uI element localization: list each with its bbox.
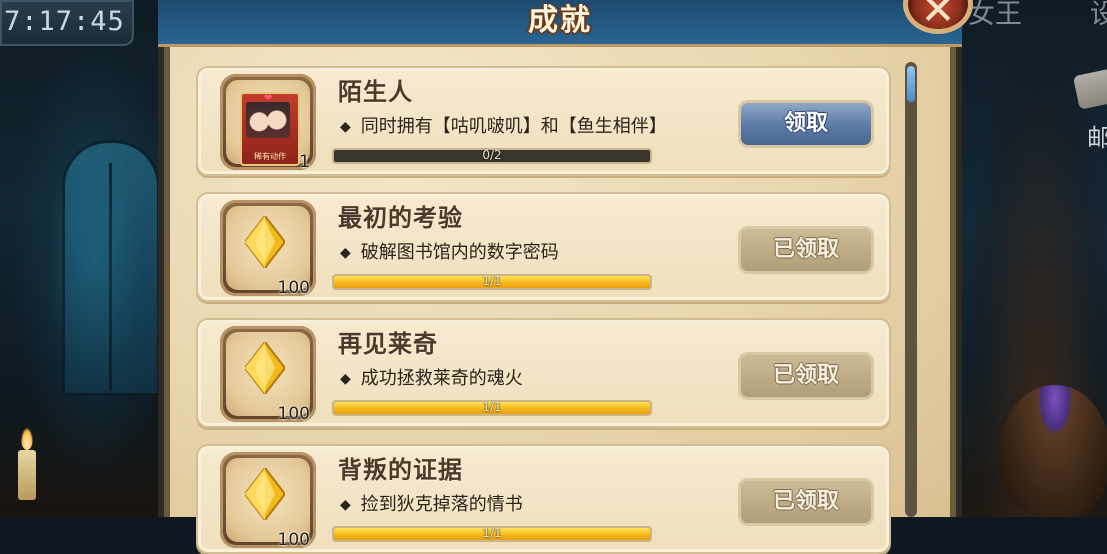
achievements-panel: 成就 ✕ ❤ 稀有动作 1 陌生人 ◆ 同时拥有【咕叽啵叽】和【鱼生相伴】 0/2 领… [158,0,973,554]
panel-header: 成就 [158,0,962,47]
achievement-title: 最初的考验 [338,204,463,232]
diamond-bullet-icon: ◆ [340,245,351,261]
reward-icon-frame: ❤ 稀有动作 1 [220,74,316,172]
reward-count: 100 [277,530,310,550]
progress-text: 0/2 [482,148,502,162]
achievement-card: ❤ 稀有动作 1 陌生人 ◆ 同时拥有【咕叽啵叽】和【鱼生相伴】 0/2 领取 [196,66,891,176]
achievement-description: ◆ 捡到狄克掉落的情书 [340,490,523,516]
game-clock: 7:17:45 [0,0,134,46]
mail-icon[interactable] [1072,68,1107,110]
reward-count: 100 [277,278,310,298]
progress-bar: 1/1 [332,526,652,542]
reward-card-icon[interactable]: ❤ 稀有动作 [240,92,300,166]
progress-bar: 1/1 [332,400,652,416]
achievement-title: 背叛的证据 [338,456,463,484]
diamond-bullet-icon: ◆ [340,119,351,135]
reward-count: 100 [277,404,310,424]
achievement-description-text: 成功拯救莱奇的魂火 [360,368,523,389]
reward-icon-frame: 100 [220,200,316,298]
reward-count: 1 [299,152,310,172]
progress-bar: 1/1 [332,274,652,290]
gold-crystal-icon[interactable] [245,342,285,394]
achievement-card: 100 最初的考验 ◆ 破解图书馆内的数字密码 1/1 已领取 [196,192,891,302]
achievement-card: 100 再见莱奇 ◆ 成功拯救莱奇的魂火 1/1 已领取 [196,318,891,428]
achievement-description-text: 破解图书馆内的数字密码 [360,242,559,263]
mail-label: 邮 [1087,124,1107,152]
claimed-button[interactable]: 已领取 [738,226,874,274]
stained-window [62,140,160,396]
achievement-description-text: 同时拥有【咕叽啵叽】和【鱼生相伴】 [360,116,667,137]
scrollbar[interactable] [905,62,917,517]
progress-text: 1/1 [482,274,502,288]
queen-menu-label[interactable]: 女王 [968,0,1022,31]
achievement-description-text: 捡到狄克掉落的情书 [360,494,523,515]
character-portrait [246,102,290,138]
achievement-title: 陌生人 [338,78,413,106]
candle [18,450,36,500]
cauldron [1000,385,1107,517]
scrollbar-thumb[interactable] [907,66,915,102]
achievement-description: ◆ 成功拯救莱奇的魂火 [340,364,523,390]
candle-flame [21,428,33,450]
claimed-button[interactable]: 已领取 [738,478,874,526]
progress-text: 1/1 [482,400,502,414]
progress-bar: 0/2 [332,148,652,164]
claim-button[interactable]: 领取 [738,100,874,148]
progress-text: 1/1 [482,526,502,540]
achievement-description: ◆ 同时拥有【咕叽啵叽】和【鱼生相伴】 [340,112,667,138]
claimed-button[interactable]: 已领取 [738,352,874,400]
diamond-bullet-icon: ◆ [340,371,351,387]
diamond-bullet-icon: ◆ [340,497,351,513]
reward-card-caption: 稀有动作 [254,152,286,161]
panel-title: 成就 [528,3,592,38]
reward-icon-frame: 100 [220,452,316,550]
settings-menu-label[interactable]: 设 [1090,0,1107,31]
gold-crystal-icon[interactable] [245,468,285,520]
reward-icon-frame: 100 [220,326,316,424]
background-left-scene [0,0,170,517]
achievement-card: 100 背叛的证据 ◆ 捡到狄克掉落的情书 1/1 已领取 [196,444,891,554]
achievement-description: ◆ 破解图书馆内的数字密码 [340,238,559,264]
achievement-title: 再见莱奇 [338,330,438,358]
gold-crystal-icon[interactable] [245,216,285,268]
